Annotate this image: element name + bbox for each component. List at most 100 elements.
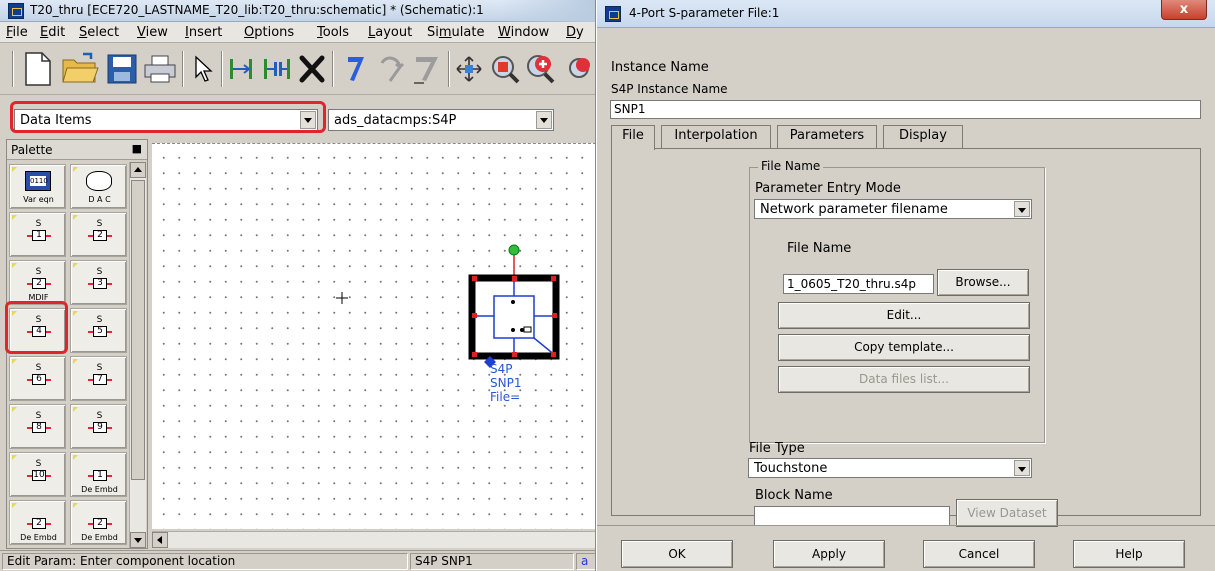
palette-item[interactable]: S5 [70,308,127,353]
view-dataset-button[interactable]: View Dataset [956,499,1058,527]
chevron-down-icon[interactable] [1014,201,1030,217]
schematic-title-bar[interactable]: T20_thru [ECE720_LASTNAME_T20_lib:T20_th… [0,0,595,22]
s4p-component-symbol[interactable] [152,144,596,530]
redo-icon[interactable] [374,49,408,89]
palette-item[interactable]: 0110 Var eqn [9,164,66,209]
pin-icon[interactable]: ■ [132,142,142,155]
chevron-down-icon[interactable] [536,111,552,129]
palette-item[interactable]: S 2 MDIF [9,260,66,305]
file-type-label: File Type [749,441,805,456]
menu-edit-label: Edit [40,25,66,40]
menu-layout[interactable]: Layout [368,25,412,40]
sparam-letter: S [35,459,42,469]
tab-parameters[interactable]: Parameters [777,125,877,149]
menu-view[interactable]: View [137,25,168,40]
pin-marker [107,331,112,333]
palette-item[interactable]: 2 De Embd [9,500,66,545]
menu-tools[interactable]: Tools [317,25,349,40]
dot [511,300,515,304]
parameter-entry-mode-dropdown[interactable]: Network parameter filename [754,199,1032,219]
menu-file[interactable]: File [6,25,28,40]
file-type-dropdown[interactable]: Touchstone [748,458,1032,478]
chevron-down-icon[interactable] [1014,460,1030,476]
delete-x-icon[interactable] [296,49,328,89]
palette-item[interactable]: 2 De Embd [70,500,127,545]
zoom-component-icon[interactable] [488,49,522,89]
pin-marker [27,379,32,381]
scroll-down-icon[interactable] [130,532,146,548]
instance-name-input[interactable]: SNP1 [610,100,1201,119]
tab-interpolation[interactable]: Interpolation [661,125,771,149]
schematic-canvas[interactable]: S4P SNP1 File= [152,143,596,530]
menu-simulate[interactable]: Simulate [427,25,484,40]
rotate-icon[interactable] [410,49,444,89]
apply-button[interactable]: Apply [773,540,885,568]
new-document-icon[interactable] [20,49,56,89]
scroll-up-icon[interactable] [130,162,146,178]
component-dropdown[interactable]: ads_datacmps:S4P [328,109,554,131]
copy-template-button[interactable]: Copy template... [778,334,1030,361]
palette-scrollbar[interactable] [129,162,146,548]
menu-dynamic[interactable]: Dy [566,25,584,40]
block-name-input[interactable] [754,506,950,526]
palette-item[interactable]: S7 [70,356,127,401]
ads-app-icon [8,3,24,19]
data-files-list-button[interactable]: Data files list... [778,366,1030,393]
screen: T20_thru [ECE720_LASTNAME_T20_lib:T20_th… [0,0,1215,571]
save-icon[interactable] [104,49,140,89]
pin-marker [27,523,32,525]
pin-marker [46,427,51,429]
file-name-group-title: File Name [758,159,824,173]
print-icon[interactable] [142,49,178,89]
browse-button[interactable]: Browse... [937,269,1029,296]
canvas-horizontal-scrollbar[interactable] [152,531,595,548]
select-arrow-icon[interactable] [188,49,218,89]
menu-mnemonic: m [438,25,452,40]
tab-file[interactable]: File [611,125,655,150]
toolbar-separator [221,51,223,87]
var-eqn-icon: 0110 [25,171,51,191]
palette-item[interactable]: S3 [70,260,127,305]
cancel-button[interactable]: Cancel [923,540,1035,568]
menu-tools-label: Tools [317,25,350,40]
undo-icon[interactable] [338,49,372,89]
corner-marker [73,167,78,172]
palette-item[interactable]: S 10 [9,452,66,497]
move-icon[interactable] [453,49,485,89]
close-button[interactable]: x [1161,0,1207,20]
palette-item[interactable]: S1 [9,212,66,257]
palette-item[interactable]: D A C [70,164,127,209]
file-tab-panel: File Name Parameter Entry Mode Network p… [611,148,1201,527]
corner-marker [12,503,17,508]
menu-select[interactable]: Select [79,25,119,40]
ok-button[interactable]: OK [621,540,733,568]
tab-display[interactable]: Display [883,125,963,149]
menu-options[interactable]: Options [244,25,294,40]
scroll-left-icon[interactable] [152,532,168,548]
palette-item[interactable]: S6 [9,356,66,401]
insert-wire-icon[interactable] [226,49,256,89]
sparam-port-count: 6 [32,374,46,385]
pin-marker [46,523,51,525]
sparam-port-count: 8 [32,422,46,433]
dialog-title-bar[interactable]: 4-Port S-parameter File:1 x [597,0,1215,28]
scroll-thumb[interactable] [131,180,145,480]
status-selection: S4P SNP1 [410,553,574,570]
palette-item[interactable]: S9 [70,404,127,449]
help-button[interactable]: Help [1073,540,1185,568]
menu-insert[interactable]: Insert [185,25,222,40]
open-folder-icon[interactable] [60,49,100,89]
edit-button[interactable]: Edit... [778,302,1030,329]
simulate-icon[interactable] [524,49,558,89]
cursor-crosshair [336,292,348,304]
menu-edit[interactable]: Edit [40,25,65,40]
palette-item[interactable]: 1 De Embd [70,452,127,497]
sparam-letter: S [35,219,42,229]
menu-window[interactable]: Window [498,25,549,40]
pin-marker [88,235,93,237]
tuning-icon[interactable] [562,49,595,89]
insert-pin-icon[interactable] [260,49,294,89]
palette-item[interactable]: S8 [9,404,66,449]
palette-item[interactable]: S2 [70,212,127,257]
file-name-input[interactable]: 1_0605_T20_thru.s4p [783,274,934,294]
